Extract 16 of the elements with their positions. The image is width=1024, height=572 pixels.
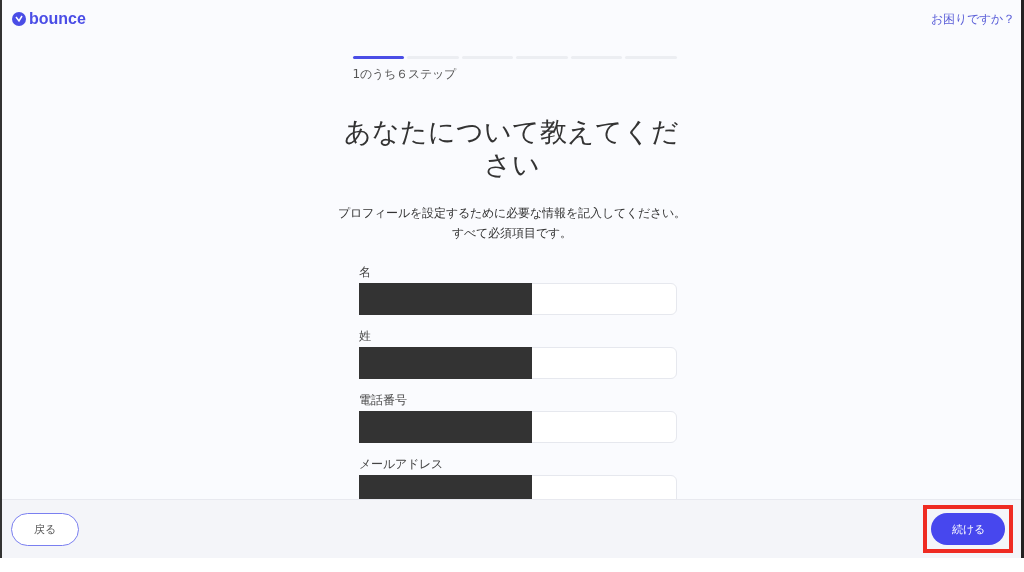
help-link[interactable]: お困りですか？ <box>931 10 1015 28</box>
step-counter: 1のうち６ステップ <box>352 66 457 83</box>
field-label: 姓 <box>358 328 371 345</box>
description: プロフィールを設定するために必要な情報を記入してください。すべて必須項目です。 <box>336 205 687 242</box>
input-field[interactable] <box>358 283 677 315</box>
logo-icon <box>12 12 26 26</box>
input-field[interactable] <box>358 411 677 443</box>
field-label: 電話番号 <box>358 392 407 409</box>
field-label: メールアドレス <box>358 456 443 473</box>
input-field[interactable] <box>358 475 677 500</box>
input-field[interactable] <box>358 347 677 379</box>
back-button[interactable]: 戻る <box>11 512 79 546</box>
page-title: あなたについて教えてください <box>343 115 680 181</box>
field-label: 名 <box>358 264 371 281</box>
logo-text: bounce <box>29 10 86 28</box>
continue-button[interactable]: 続ける <box>931 513 1005 546</box>
